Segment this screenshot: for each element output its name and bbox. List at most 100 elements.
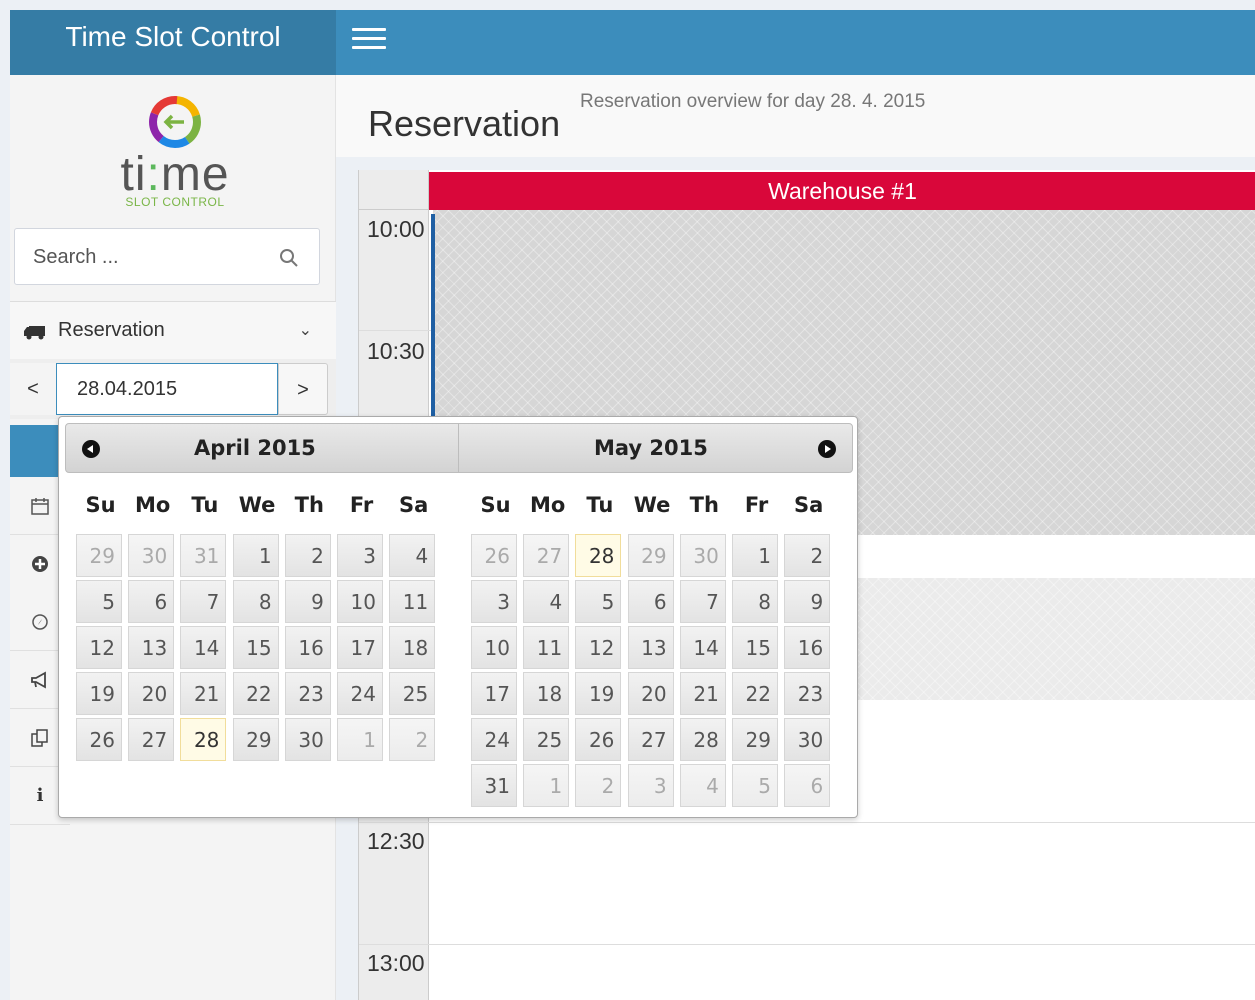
- calendar-day[interactable]: 31: [471, 764, 517, 807]
- next-month-icon[interactable]: [818, 440, 836, 458]
- calendar-day[interactable]: 13: [627, 626, 674, 669]
- calendar-day[interactable]: 30: [784, 718, 831, 761]
- date-navigator: < >: [10, 359, 336, 419]
- calendar-day[interactable]: 9: [784, 580, 831, 623]
- calendar-day[interactable]: 18: [389, 626, 436, 669]
- calendar-day[interactable]: 24: [471, 718, 517, 761]
- calendar-day[interactable]: 10: [337, 580, 383, 623]
- calendar-day[interactable]: 14: [180, 626, 227, 669]
- calendar-day[interactable]: 7: [679, 580, 726, 623]
- calendar-day[interactable]: 26: [76, 718, 122, 761]
- calendar-day[interactable]: 21: [679, 672, 726, 715]
- calendar-day[interactable]: 5: [76, 580, 122, 623]
- calendar-day[interactable]: 1: [732, 534, 778, 577]
- calendar-day[interactable]: 30: [679, 534, 726, 577]
- calendar-day[interactable]: 3: [471, 580, 517, 623]
- calendar-day[interactable]: 23: [284, 672, 331, 715]
- calendar-day[interactable]: 22: [232, 672, 279, 715]
- logo: ti:me SLOT CONTROL: [100, 85, 250, 225]
- calendar-day[interactable]: 12: [76, 626, 122, 669]
- calendar-day[interactable]: 25: [389, 672, 436, 715]
- chevron-down-icon: ⌄: [298, 322, 312, 339]
- calendar-day[interactable]: 27: [128, 718, 175, 761]
- calendar-day[interactable]: 6: [128, 580, 175, 623]
- calendar-day[interactable]: 29: [627, 534, 674, 577]
- calendar-day[interactable]: 19: [575, 672, 622, 715]
- calendar-day[interactable]: 11: [389, 580, 436, 623]
- calendar-day-today[interactable]: 28: [180, 718, 227, 761]
- calendar-day[interactable]: 15: [732, 626, 778, 669]
- calendar-day[interactable]: 10: [471, 626, 517, 669]
- search-input[interactable]: [33, 243, 263, 271]
- calendar-day[interactable]: 22: [732, 672, 778, 715]
- calendar-day[interactable]: 26: [471, 534, 517, 577]
- calendar-day[interactable]: 1: [337, 718, 383, 761]
- calendar-day[interactable]: 4: [389, 534, 436, 577]
- calendar-day[interactable]: 5: [575, 580, 622, 623]
- calendar-day[interactable]: 2: [784, 534, 831, 577]
- calendar-day[interactable]: 2: [389, 718, 436, 761]
- calendar-day[interactable]: 7: [180, 580, 227, 623]
- calendar-day[interactable]: 1: [232, 534, 279, 577]
- calendar-day[interactable]: 27: [523, 534, 570, 577]
- calendar-day[interactable]: 29: [232, 718, 279, 761]
- calendar-day[interactable]: 14: [679, 626, 726, 669]
- next-day-button[interactable]: >: [278, 363, 328, 415]
- calendar-day[interactable]: 25: [523, 718, 570, 761]
- weekday-header: Tu: [191, 493, 219, 517]
- calendar-day[interactable]: 21: [180, 672, 227, 715]
- calendar-day[interactable]: 2: [284, 534, 331, 577]
- nav-reservation-label: Reservation: [58, 319, 165, 341]
- calendar-day[interactable]: 27: [627, 718, 674, 761]
- calendar-day-today[interactable]: 28: [575, 534, 622, 577]
- calendar-day[interactable]: 8: [232, 580, 279, 623]
- calendar-day[interactable]: 8: [732, 580, 778, 623]
- weekday-header: We: [633, 493, 671, 517]
- current-time-marker: [431, 214, 435, 424]
- truck-icon: [24, 326, 45, 340]
- calendar-day[interactable]: 9: [284, 580, 331, 623]
- calendar-day[interactable]: 3: [337, 534, 383, 577]
- slot-divider: [359, 822, 1255, 823]
- menu-toggle-icon[interactable]: [352, 28, 386, 52]
- weekday-header: Mo: [135, 493, 171, 517]
- nav-reservation[interactable]: Reservation ⌄: [10, 301, 336, 359]
- weekday-header: Su: [480, 493, 511, 517]
- calendar-day[interactable]: 18: [523, 672, 570, 715]
- calendar-day[interactable]: 19: [76, 672, 122, 715]
- calendar-day[interactable]: 31: [180, 534, 227, 577]
- calendar-day[interactable]: 17: [337, 626, 383, 669]
- prev-day-button[interactable]: <: [10, 363, 56, 415]
- month-title: April 2015: [194, 436, 316, 460]
- date-input[interactable]: [56, 363, 278, 415]
- calendar-day[interactable]: 5: [732, 764, 778, 807]
- calendar-day[interactable]: 11: [523, 626, 570, 669]
- calendar-day[interactable]: 6: [784, 764, 831, 807]
- logo-ring-icon: [149, 96, 201, 148]
- calendar-day[interactable]: 29: [76, 534, 122, 577]
- calendar-day[interactable]: 30: [128, 534, 175, 577]
- calendar-day[interactable]: 26: [575, 718, 622, 761]
- calendar-day[interactable]: 23: [784, 672, 831, 715]
- calendar-day[interactable]: 12: [575, 626, 622, 669]
- calendar-day[interactable]: 20: [627, 672, 674, 715]
- calendar-day[interactable]: 24: [337, 672, 383, 715]
- prev-month-icon[interactable]: [82, 440, 100, 458]
- calendar-day[interactable]: 2: [575, 764, 622, 807]
- calendar-day[interactable]: 13: [128, 626, 175, 669]
- calendar-day[interactable]: 16: [284, 626, 331, 669]
- calendar-day[interactable]: 4: [679, 764, 726, 807]
- calendar-day[interactable]: 1: [523, 764, 570, 807]
- calendar-day[interactable]: 6: [627, 580, 674, 623]
- calendar-day[interactable]: 29: [732, 718, 778, 761]
- calendar-day[interactable]: 15: [232, 626, 279, 669]
- weekday-header: Fr: [349, 493, 374, 517]
- calendar-day[interactable]: 16: [784, 626, 831, 669]
- calendar-day[interactable]: 3: [627, 764, 674, 807]
- calendar-day[interactable]: 4: [523, 580, 570, 623]
- calendar-day[interactable]: 28: [679, 718, 726, 761]
- calendar-day[interactable]: 20: [128, 672, 175, 715]
- search-icon[interactable]: [279, 248, 299, 268]
- calendar-day[interactable]: 17: [471, 672, 517, 715]
- calendar-day[interactable]: 30: [284, 718, 331, 761]
